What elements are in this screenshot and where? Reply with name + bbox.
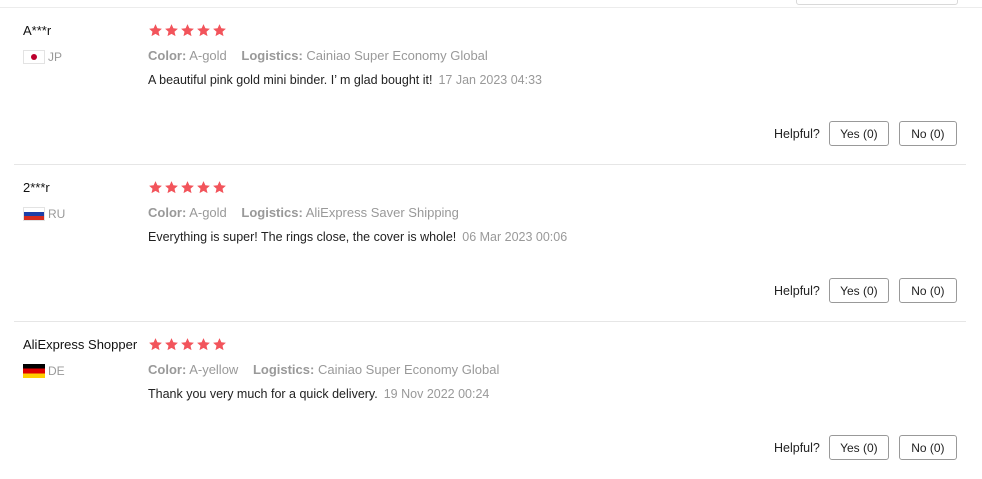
star-icon bbox=[181, 24, 194, 37]
sort-dropdown[interactable] bbox=[796, 0, 958, 5]
star-icon bbox=[165, 181, 178, 194]
helpful-no-button[interactable]: No (0) bbox=[898, 278, 957, 303]
star-icon bbox=[149, 24, 162, 37]
star-icon bbox=[213, 24, 226, 37]
review-content: Everything is super! The rings close, th… bbox=[148, 230, 567, 244]
country-code: RU bbox=[48, 207, 66, 221]
reviewer-name: AliExpress Shopper bbox=[23, 337, 138, 352]
color-label: Color: bbox=[148, 205, 187, 220]
star-icon bbox=[197, 24, 210, 37]
logistics-label: Logistics: bbox=[241, 205, 303, 220]
color-value: A-gold bbox=[189, 48, 227, 63]
flag-jp-icon bbox=[23, 50, 45, 64]
star-icon bbox=[197, 181, 210, 194]
color-label: Color: bbox=[148, 48, 187, 63]
review-item: AliExpress Shopper DE Color: A-yellow Lo… bbox=[0, 322, 966, 479]
helpful-yes-button[interactable]: Yes (0) bbox=[828, 121, 889, 146]
review-content: Thank you very much for a quick delivery… bbox=[148, 387, 489, 401]
helpful-yes-button[interactable]: Yes (0) bbox=[828, 278, 889, 303]
helpful-label: Helpful? bbox=[774, 440, 820, 455]
reviewer-name: 2***r bbox=[23, 180, 50, 195]
logistics-label: Logistics: bbox=[241, 48, 303, 63]
helpful-group: Helpful? Yes (0) No (0) bbox=[774, 121, 957, 146]
logistics-value: Cainiao Super Economy Global bbox=[317, 362, 500, 377]
helpful-no-button[interactable]: No (0) bbox=[898, 435, 957, 460]
reviewer-country: JP bbox=[23, 50, 62, 64]
helpful-no-button[interactable]: No (0) bbox=[898, 121, 957, 146]
review-text: Everything is super! The rings close, th… bbox=[148, 230, 457, 244]
star-rating bbox=[148, 23, 227, 38]
star-icon bbox=[213, 181, 226, 194]
review-item: A***r JP Color: A-gold Logistics: Cainia… bbox=[0, 8, 966, 165]
review-item: 2***r RU Color: A-gold Logistics: AliExp… bbox=[0, 165, 966, 322]
star-icon bbox=[149, 181, 162, 194]
reviewer-country: RU bbox=[23, 207, 65, 221]
flag-ru-icon bbox=[23, 207, 45, 221]
reviewer-name: A***r bbox=[23, 23, 52, 38]
review-date: 17 Jan 2023 04:33 bbox=[438, 73, 543, 87]
review-text: A beautiful pink gold mini binder. I’ m … bbox=[148, 73, 433, 87]
helpful-label: Helpful? bbox=[774, 283, 820, 298]
star-icon bbox=[149, 338, 162, 351]
helpful-group: Helpful? Yes (0) No (0) bbox=[774, 278, 957, 303]
helpful-label: Helpful? bbox=[774, 126, 820, 141]
star-icon bbox=[181, 181, 194, 194]
review-text: Thank you very much for a quick delivery… bbox=[148, 387, 378, 401]
star-icon bbox=[165, 24, 178, 37]
reviewer-country: DE bbox=[23, 364, 65, 378]
star-icon bbox=[181, 338, 194, 351]
logistics-label: Logistics: bbox=[252, 362, 315, 377]
color-label: Color: bbox=[148, 362, 187, 377]
review-content: A beautiful pink gold mini binder. I’ m … bbox=[148, 73, 542, 87]
star-icon bbox=[197, 338, 210, 351]
review-meta: Color: A-gold Logistics: Cainiao Super E… bbox=[148, 48, 488, 63]
star-icon bbox=[165, 338, 178, 351]
color-value: A-yellow bbox=[189, 362, 239, 377]
review-meta: Color: A-gold Logistics: AliExpress Save… bbox=[148, 205, 459, 220]
helpful-yes-button[interactable]: Yes (0) bbox=[828, 435, 889, 460]
country-code: DE bbox=[48, 364, 65, 378]
helpful-group: Helpful? Yes (0) No (0) bbox=[774, 435, 957, 460]
review-meta: Color: A-yellow Logistics: Cainiao Super… bbox=[148, 362, 499, 377]
review-date: 19 Nov 2022 00:24 bbox=[383, 387, 490, 401]
country-code: JP bbox=[48, 50, 63, 64]
star-rating bbox=[148, 337, 227, 352]
review-date: 06 Mar 2023 00:06 bbox=[462, 230, 568, 244]
star-icon bbox=[213, 338, 226, 351]
logistics-value: Cainiao Super Economy Global bbox=[306, 48, 488, 63]
star-rating bbox=[148, 180, 227, 195]
flag-de-icon bbox=[23, 364, 45, 378]
logistics-value: AliExpress Saver Shipping bbox=[305, 205, 459, 220]
color-value: A-gold bbox=[189, 205, 227, 220]
